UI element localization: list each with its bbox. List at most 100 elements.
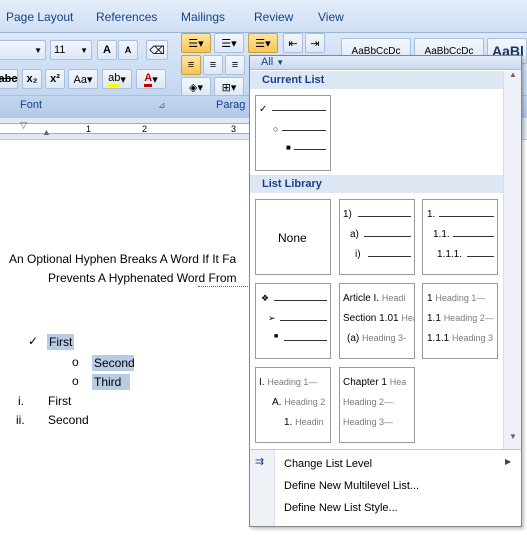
increase-indent-button[interactable]: ⇥ (305, 33, 325, 53)
indent-marker-icon[interactable]: ▽ (20, 120, 27, 131)
chevron-down-icon: ▼ (276, 58, 285, 67)
change-level-icon: ⇉ (255, 456, 265, 468)
font-group-label: Font (20, 99, 43, 111)
ruler-number: 2 (142, 124, 148, 134)
tab-review[interactable]: Review (254, 10, 293, 24)
level-marker: a) (350, 229, 359, 240)
tab-mailings[interactable]: Mailings (181, 10, 225, 24)
list-library-outline-headings[interactable]: I. Heading 1— A. Heading 2 1. Headin (255, 367, 331, 443)
bullets-button[interactable]: ☰ ▾ (181, 33, 211, 53)
bullets-icon: ☰ (188, 37, 199, 50)
heading-label: Heading 3— (343, 417, 394, 427)
eraser-icon: ⌫ (149, 44, 165, 57)
square-bullet-icon: ■ (286, 143, 291, 152)
shading-button[interactable]: ◈ ▾ (181, 77, 211, 97)
tab-page-layout[interactable]: Page Layout (6, 10, 73, 24)
level-marker: 1.1 (427, 313, 441, 324)
level-marker: A. (272, 397, 282, 408)
paint-bucket-icon: ◈ (189, 81, 198, 94)
decrease-indent-button[interactable]: ⇤ (283, 33, 303, 53)
chevron-right-icon: ▶ (505, 457, 512, 466)
none-label: None (278, 231, 307, 245)
multilevel-list-gallery: All ▼ Current List ✓ ○ ■ List Library No… (249, 55, 522, 527)
menu-define-multilevel-list[interactable]: Define New Multilevel List... (284, 480, 419, 492)
scroll-down-icon[interactable]: ▼ (509, 432, 517, 441)
list-library-paren[interactable]: 1) a) i) (339, 199, 415, 275)
circle-bullet-icon: ○ (273, 124, 279, 134)
level-marker: 1. (284, 417, 293, 428)
font-color-icon: A (144, 72, 153, 87)
level-marker: I. (259, 377, 265, 388)
list-library-chapter-headings[interactable]: Chapter 1 Hea Heading 2— Heading 3— (339, 367, 415, 443)
arrow-bullet-icon: ➢ (268, 313, 276, 323)
list-library-decimal[interactable]: 1. 1.1. 1.1.1. (422, 199, 498, 275)
list-library-symbols[interactable]: ❖ ➢ ■ (255, 283, 331, 359)
list-marker: o (72, 355, 79, 369)
font-color-button[interactable]: A ▾ (136, 69, 166, 89)
list-library-legal-headings[interactable]: 1 Heading 1— 1.1 Heading 2— 1.1.1 Headin… (422, 283, 498, 359)
current-list-item[interactable]: ✓ ○ ■ (255, 95, 331, 171)
level-marker: 1.1. (433, 229, 450, 240)
list-item: Second (48, 413, 89, 427)
ruler-number: 3 (231, 124, 237, 134)
multilevel-list-button[interactable]: ☰ ▾ (248, 33, 278, 53)
superscript-button[interactable]: x² (45, 69, 65, 89)
align-left-button[interactable]: ≡ (181, 55, 201, 75)
menu-define-list-style[interactable]: Define New List Style... (284, 502, 398, 514)
hanging-indent-icon[interactable]: ▲ (42, 127, 51, 137)
grammar-underline (198, 286, 248, 287)
list-library-none[interactable]: None (255, 199, 331, 275)
list-item: Second (92, 355, 135, 371)
doc-paragraph-line: Prevents A Hyphenated Word From (48, 271, 237, 285)
level-marker: 1. (427, 209, 436, 220)
font-size-dropdown[interactable]: 11 ▼ (50, 40, 92, 60)
level-marker: i) (355, 249, 361, 260)
grow-font-button[interactable]: A (97, 40, 117, 60)
heading-label: Heading 2— (343, 397, 394, 407)
border-icon: ⊞ (221, 81, 231, 94)
gallery-scrollbar[interactable]: ▲ ▼ (503, 70, 521, 449)
scroll-up-icon[interactable]: ▲ (509, 70, 517, 79)
list-item: Third (92, 374, 130, 390)
highlight-button[interactable]: ab ▾ (102, 69, 132, 89)
heading-label: Heading 2— (443, 313, 494, 323)
list-marker: o (72, 374, 79, 388)
shrink-font-button[interactable]: A (118, 40, 138, 60)
square-bullet-icon: ■ (274, 333, 279, 340)
doc-paragraph-line: An Optional Hyphen Breaks A Word If It F… (9, 252, 237, 266)
borders-button[interactable]: ⊞ ▾ (214, 77, 244, 97)
strikethrough-button[interactable]: abc (0, 69, 18, 89)
clear-formatting-button[interactable]: ⌫ (146, 40, 168, 60)
align-center-button[interactable]: ≡ (203, 55, 223, 75)
dialog-launcher-icon[interactable]: ⊿ (158, 100, 166, 111)
font-name-dropdown[interactable]: ▼ (0, 40, 46, 60)
decrease-indent-icon: ⇤ (288, 37, 298, 50)
heading-label: Heading 3 (452, 333, 494, 343)
tab-view[interactable]: View (318, 10, 344, 24)
gallery-filter-dropdown[interactable]: All ▼ (261, 56, 284, 68)
menu-change-list-level[interactable]: Change List Level (284, 458, 372, 470)
level-marker: 1.1.1 (427, 333, 450, 344)
multilevel-list-icon: ☰ (255, 37, 266, 50)
list-library-article[interactable]: Article I. Headi Section 1.01 Headi (a) … (339, 283, 415, 359)
tab-references[interactable]: References (96, 10, 157, 24)
heading-label: Headi (401, 313, 414, 323)
check-icon: ✓ (259, 104, 268, 115)
gallery-filter-bar: All ▼ (250, 56, 521, 70)
list-marker: ii. (16, 413, 25, 427)
change-case-button[interactable]: Aa▾ (68, 69, 98, 89)
list-item: First (47, 334, 75, 350)
align-right-button[interactable]: ≡ (225, 55, 245, 75)
align-right-icon: ≡ (231, 59, 239, 71)
heading-label: Heading 1— (267, 377, 318, 387)
ruler-number: 1 (86, 124, 92, 134)
numbering-button[interactable]: ☰ ▾ (214, 33, 244, 53)
chevron-down-icon: ▼ (80, 45, 88, 55)
level-marker: Article I. (343, 293, 380, 304)
level-marker: (a) (347, 333, 360, 344)
gallery-menu: ⇉ Change List Level ▶ Define New Multile… (250, 449, 521, 526)
heading-label: Hea (389, 377, 407, 387)
subscript-button[interactable]: x₂ (22, 69, 42, 89)
level-marker: 1) (343, 209, 352, 220)
heading-label: Heading 2 (284, 397, 326, 407)
